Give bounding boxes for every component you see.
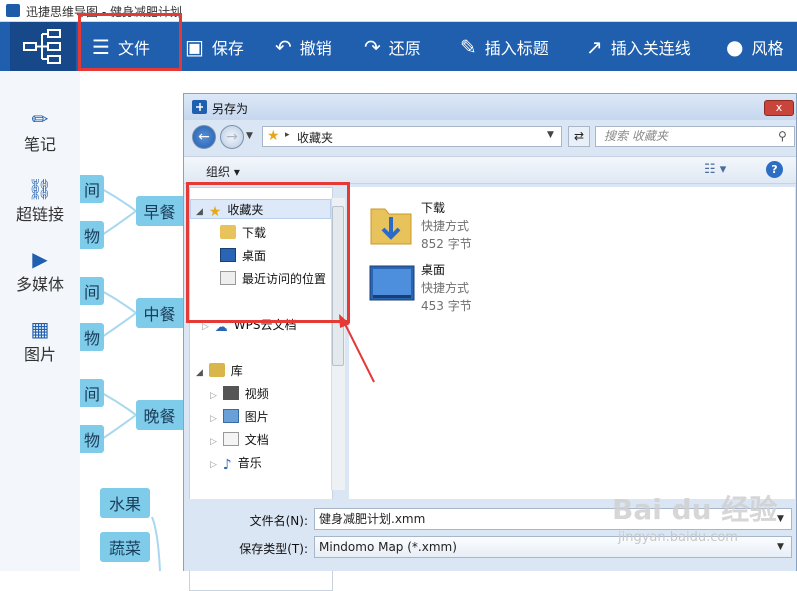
expand-arrow-icon: ◢ <box>196 368 203 378</box>
arrow-left-icon: ← <box>198 129 210 145</box>
sidebar-item-notes[interactable]: ✏ 笔记 <box>0 107 80 155</box>
highlight-file-menu <box>78 13 182 71</box>
app-icon <box>6 4 20 17</box>
arrow-right-icon: → <box>226 129 238 145</box>
forward-button[interactable]: → <box>220 125 244 149</box>
chevron-down-icon[interactable]: ▼ <box>777 509 784 529</box>
picture-icon <box>222 409 239 423</box>
file-item[interactable]: 下载 快捷方式 852 字节 <box>369 197 569 253</box>
dialog-title: 另存为 <box>212 102 249 116</box>
pen-icon: ✏ <box>31 107 49 131</box>
save-button[interactable]: ▣ 保存 <box>185 22 244 71</box>
address-path-text: 收藏夹 <box>297 131 334 145</box>
film-icon: ▶ <box>32 247 48 271</box>
sidebar-item-hyperlink[interactable]: ⛓ 超链接 <box>0 177 80 225</box>
search-input[interactable]: 搜索 收藏夹 ⚲ <box>595 126 795 147</box>
floppy-icon: ▣ <box>185 34 204 59</box>
mindmap-node-vegetables[interactable]: 蔬菜 <box>100 532 150 562</box>
mindmap-logo-icon <box>23 29 61 64</box>
expand-arrow-icon: ▷ <box>210 460 217 470</box>
file-item[interactable]: 桌面 快捷方式 453 字节 <box>369 259 569 315</box>
refresh-button[interactable]: ⇄ <box>568 126 590 147</box>
undo-icon: ↶ <box>275 34 292 59</box>
document-icon <box>222 432 239 446</box>
address-path-box[interactable]: ★ ▸ 收藏夹 ▼ <box>262 126 562 147</box>
nav-item-documents[interactable]: ▷ 文档 <box>210 431 269 448</box>
search-icon: ⚲ <box>778 129 787 143</box>
mindmap-node-breakfast[interactable]: 早餐 <box>136 196 183 226</box>
dialog-title-bar: 另存为 x <box>184 94 796 120</box>
chevron-right-icon: ▸ <box>285 130 290 140</box>
filetype-label: 保存类型(T): <box>239 542 308 556</box>
expand-arrow-icon: ▷ <box>202 322 209 332</box>
expand-arrow-icon: ▷ <box>210 391 217 401</box>
refresh-icon: ⇄ <box>573 129 585 143</box>
desktop-icon <box>369 265 415 301</box>
palette-icon: ● <box>726 34 744 59</box>
mindmap-node-dinner[interactable]: 晚餐 <box>136 400 183 430</box>
mindmap-node[interactable]: 间 <box>80 175 104 203</box>
mindmap-node[interactable]: 间 <box>80 277 104 305</box>
redo-button[interactable]: ↷ 还原 <box>364 22 421 71</box>
command-bar: 组织 ▾ ☷ ▾ ? <box>184 156 796 184</box>
back-button[interactable]: ← <box>192 125 216 149</box>
video-icon <box>222 386 239 400</box>
watermark-url: jingyan.baidu.com <box>618 530 738 545</box>
mindmap-canvas[interactable]: 间 物 早餐 间 物 中餐 间 物 晚餐 水果 蔬菜 <box>80 71 183 571</box>
insert-title-button[interactable]: ✎ 插入标题 <box>460 22 549 71</box>
sidebar-item-picture[interactable]: ▦ 图片 <box>0 317 80 365</box>
mindmap-node[interactable]: 物 <box>80 323 104 351</box>
address-bar-row: ← → ▼ ★ ▸ 收藏夹 ▼ ⇄ 搜索 收藏夹 ⚲ <box>190 124 795 150</box>
expand-arrow-icon: ▷ <box>210 414 217 424</box>
sidebar-item-media[interactable]: ▶ 多媒体 <box>0 247 80 295</box>
app-logo[interactable] <box>10 22 76 71</box>
insert-link-line-button[interactable]: ↗ 插入关连线 <box>586 22 691 71</box>
watermark-logo: Bai du 经验 <box>612 493 778 526</box>
star-icon: ★ <box>267 128 280 144</box>
chevron-down-icon[interactable]: ▼ <box>547 130 554 140</box>
redo-icon: ↷ <box>364 34 381 59</box>
link-icon: ⛓ <box>27 177 53 201</box>
nav-item-library[interactable]: ◢ 库 <box>196 362 243 379</box>
annotation-arrow-icon <box>339 314 375 383</box>
mindmap-node[interactable]: 物 <box>80 221 104 249</box>
library-icon <box>208 363 225 377</box>
mindmap-node[interactable]: 间 <box>80 379 104 407</box>
picture-icon: ▦ <box>30 317 50 341</box>
chevron-down-icon[interactable]: ▼ <box>777 537 784 557</box>
tag-icon: ✎ <box>460 34 477 59</box>
music-icon: ♪ <box>222 457 232 473</box>
curve-arrow-icon: ↗ <box>586 34 603 59</box>
filename-label: 文件名(N): <box>249 514 308 528</box>
download-folder-icon <box>370 208 412 245</box>
view-options-icon[interactable]: ☷ ▾ <box>704 162 726 177</box>
left-sidebar: ✏ 笔记 ⛓ 超链接 ▶ 多媒体 ▦ 图片 <box>0 71 80 571</box>
expand-arrow-icon: ▷ <box>210 437 217 447</box>
mindmap-node[interactable]: 物 <box>80 425 104 453</box>
nav-item-music[interactable]: ▷ ♪ 音乐 <box>210 454 262 473</box>
chevron-down-icon[interactable]: ▼ <box>246 131 253 141</box>
mindmap-node-fruit[interactable]: 水果 <box>100 488 150 518</box>
organize-button[interactable]: 组织 ▾ <box>206 163 240 180</box>
style-button[interactable]: ● 风格 <box>726 22 783 71</box>
help-button[interactable]: ? <box>766 161 783 178</box>
mindmap-logo-icon <box>192 100 207 114</box>
close-button[interactable]: x <box>764 100 794 116</box>
undo-button[interactable]: ↶ 撤销 <box>275 22 332 71</box>
mindmap-node-lunch[interactable]: 中餐 <box>136 298 183 328</box>
nav-item-pictures[interactable]: ▷ 图片 <box>210 408 269 425</box>
highlight-nav-pane <box>186 182 350 323</box>
nav-item-video[interactable]: ▷ 视频 <box>210 385 269 402</box>
